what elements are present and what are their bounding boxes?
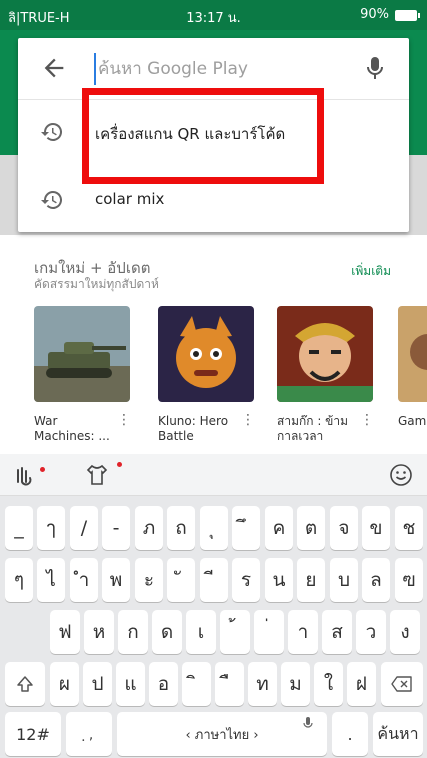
key[interactable]: ก — [118, 610, 148, 654]
key[interactable]: ใ — [314, 662, 343, 706]
backspace-key[interactable] — [381, 662, 423, 706]
app-icon-game-sultan[interactable] — [398, 306, 427, 402]
key[interactable]: ฝ — [347, 662, 376, 706]
key[interactable]: แ — [116, 662, 145, 706]
notification-dot — [40, 467, 45, 472]
search-enter-key[interactable]: ค้นหา — [373, 712, 423, 756]
key[interactable]: ท — [248, 662, 277, 706]
emoji-icon[interactable] — [388, 462, 414, 488]
key[interactable]: ค — [265, 506, 293, 550]
shift-icon — [17, 676, 33, 692]
search-input[interactable] — [94, 53, 364, 85]
key[interactable]: ม — [281, 662, 310, 706]
more-link[interactable]: เพิ่มเติม — [351, 262, 391, 281]
key[interactable]: ด — [152, 610, 182, 654]
key[interactable]: ื — [215, 662, 244, 706]
history-icon — [41, 190, 63, 209]
key[interactable]: ฃ — [395, 558, 423, 602]
key[interactable]: ง — [390, 610, 420, 654]
key[interactable]: พ — [102, 558, 130, 602]
key[interactable]: จ — [330, 506, 358, 550]
app-name: Kluno: Hero Battle — [158, 414, 229, 443]
battery-percent: 90% — [360, 7, 389, 22]
key[interactable]: ว — [356, 610, 386, 654]
app-overflow-menu-icon[interactable]: ⋮ — [117, 413, 131, 427]
key[interactable]: ่ — [254, 610, 284, 654]
gesture-typing-icon[interactable] — [12, 462, 38, 488]
key[interactable]: น — [265, 558, 293, 602]
key[interactable]: ๅ — [37, 506, 65, 550]
highlight-annotation-box — [82, 88, 324, 184]
key[interactable]: ร — [232, 558, 260, 602]
app-card[interactable]: Kluno: Hero Battle ⋮ — [158, 306, 258, 443]
apps-carousel: War Machines: ... ⋮ Kluno: Hero Battle ⋮ — [0, 306, 427, 454]
voice-input-icon — [303, 717, 313, 728]
period-key[interactable]: . — [332, 712, 368, 756]
key[interactable]: ไ — [37, 558, 65, 602]
app-overflow-menu-icon[interactable]: ⋮ — [241, 413, 255, 427]
key[interactable]: บ — [330, 558, 358, 602]
key[interactable]: _ — [5, 506, 33, 550]
key[interactable]: ำ — [70, 558, 98, 602]
space-bar[interactable]: ‹ ภาษาไทย › — [117, 712, 327, 756]
history-icon — [41, 122, 63, 141]
app-icon-tank[interactable] — [34, 306, 130, 402]
key[interactable]: ผ — [50, 662, 79, 706]
notification-dot — [117, 462, 122, 467]
key[interactable]: - — [102, 506, 130, 550]
key[interactable]: ช — [395, 506, 423, 550]
key[interactable]: ๆ — [5, 558, 33, 602]
punctuation-key[interactable]: ฺ , — [66, 712, 112, 756]
key[interactable]: ส — [322, 610, 352, 654]
key[interactable]: า — [288, 610, 318, 654]
shift-key[interactable] — [5, 662, 45, 706]
key[interactable]: ิ — [182, 662, 211, 706]
app-card[interactable]: Gam Sulta — [398, 306, 427, 428]
key[interactable]: ห — [84, 610, 114, 654]
key[interactable]: ป — [83, 662, 112, 706]
key[interactable]: ้ — [220, 610, 250, 654]
app-overflow-menu-icon[interactable]: ⋮ — [360, 413, 374, 427]
key[interactable]: ึ — [232, 506, 260, 550]
symbols-mode-key[interactable]: 12# — [5, 712, 61, 756]
theme-shirt-icon[interactable] — [84, 462, 110, 488]
key[interactable]: ย — [297, 558, 325, 602]
app-name: Gam Sulta — [398, 414, 427, 428]
key[interactable]: อ — [149, 662, 178, 706]
section-subtitle: คัดสรรมาใหม่ทุกสัปดาห์ — [34, 277, 159, 291]
key[interactable]: ฟ — [50, 610, 80, 654]
keyboard-toolbar — [0, 454, 427, 496]
back-arrow-icon[interactable] — [40, 54, 68, 82]
app-icon-kluno[interactable] — [158, 306, 254, 402]
key[interactable]: ภ — [135, 506, 163, 550]
key[interactable]: ี — [200, 558, 228, 602]
key[interactable]: ถ — [167, 506, 195, 550]
key[interactable]: ต — [297, 506, 325, 550]
keyboard: _ ๅ / - ภ ถ ุ ึ ค ต จ ข ช ๆ ไ ำ พ ะ ั ี … — [0, 454, 427, 758]
app-name: War Machines: ... — [34, 414, 110, 443]
key[interactable]: / — [70, 506, 98, 550]
app-card[interactable]: สามก๊ก : ข้ามกาลเวลา ⋮ — [277, 306, 377, 443]
app-name: สามก๊ก : ข้ามกาลเวลา — [277, 414, 349, 443]
status-bar: ลิ|TRUE-H 13:17 น. 90% — [0, 0, 427, 30]
backspace-icon — [391, 676, 412, 692]
key[interactable]: เ — [186, 610, 216, 654]
key[interactable]: ะ — [135, 558, 163, 602]
key[interactable]: ข — [362, 506, 390, 550]
app-card[interactable]: War Machines: ... ⋮ — [34, 306, 134, 443]
key[interactable]: ั — [167, 558, 195, 602]
key[interactable]: ล — [362, 558, 390, 602]
microphone-icon[interactable] — [363, 54, 387, 82]
suggestion-text: colar mix — [95, 190, 165, 208]
battery-icon — [395, 10, 420, 21]
key[interactable]: ุ — [200, 506, 228, 550]
app-icon-samkok[interactable] — [277, 306, 373, 402]
